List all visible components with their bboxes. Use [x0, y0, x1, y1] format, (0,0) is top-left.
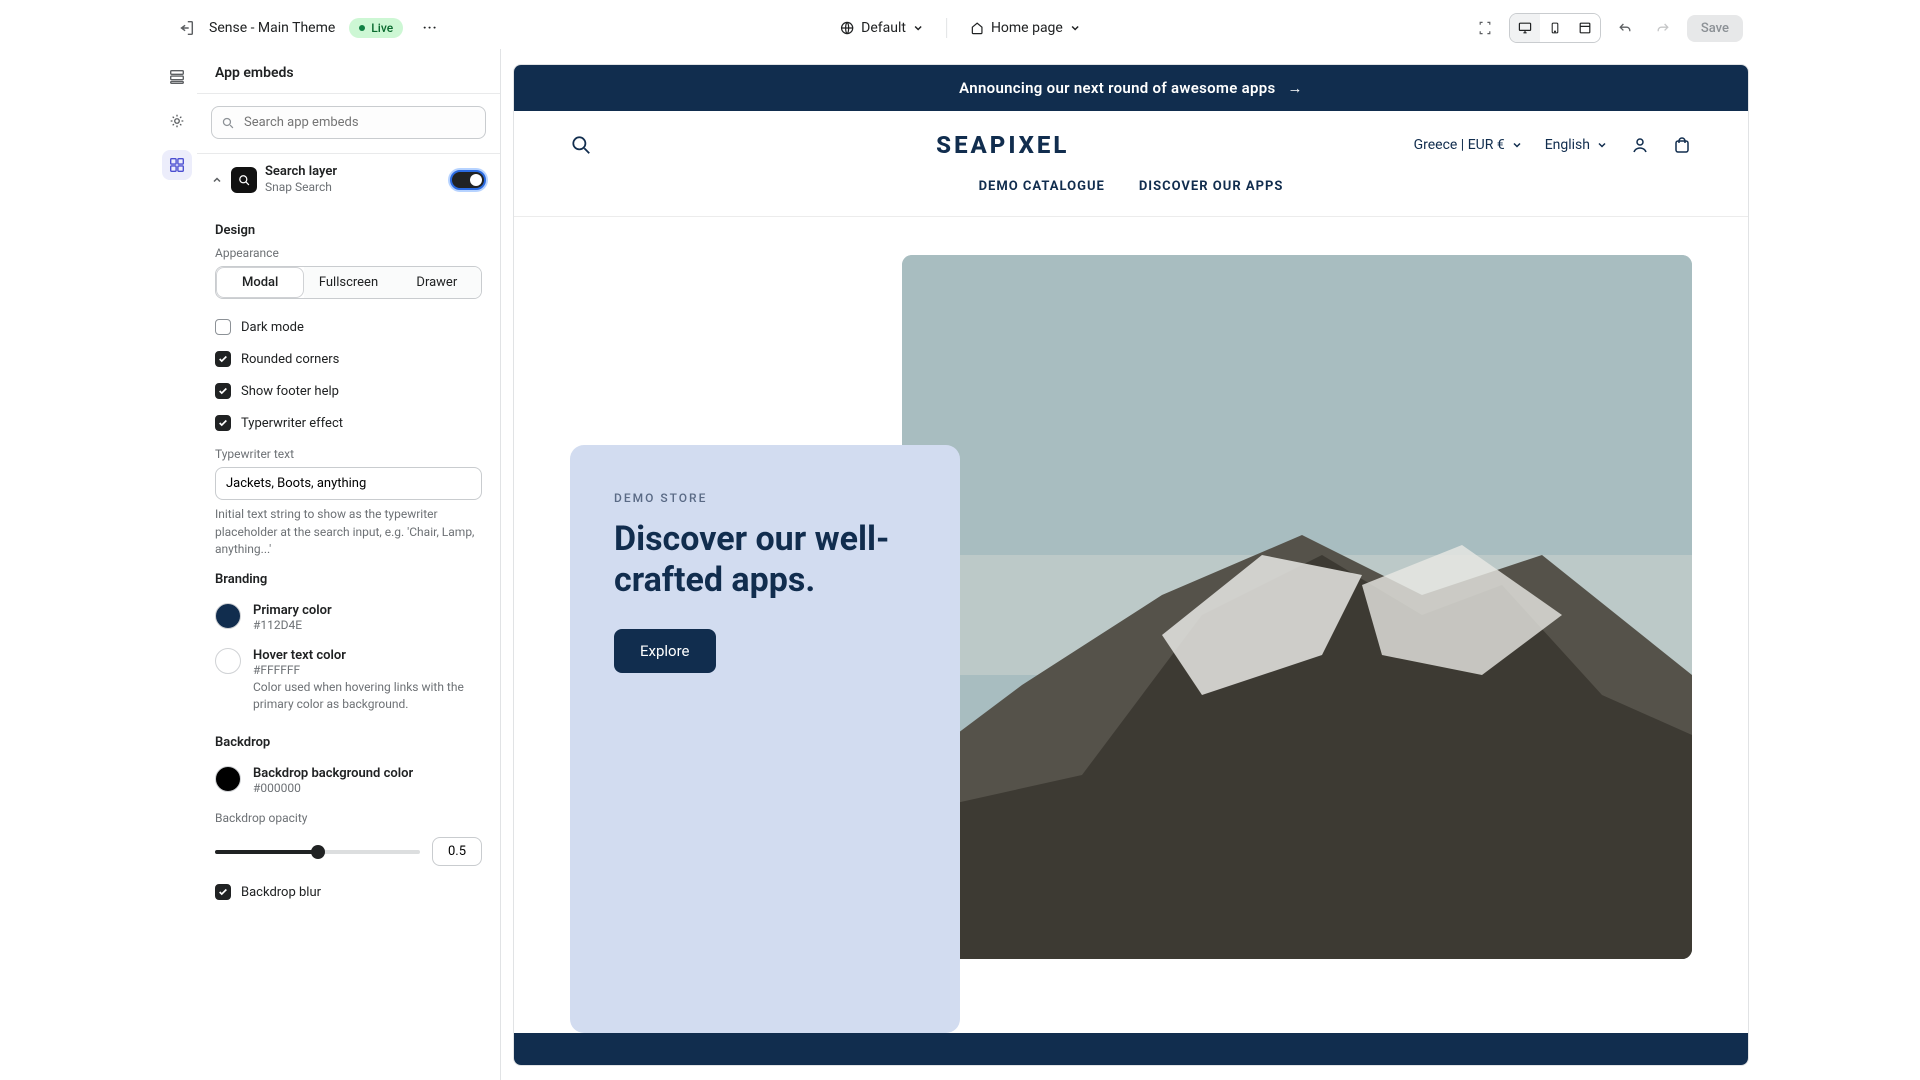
save-button[interactable]: Save [1687, 15, 1743, 42]
show-footer-help-label: Show footer help [241, 384, 339, 399]
embed-enable-toggle[interactable] [450, 170, 486, 190]
embed-subtitle: Snap Search [265, 180, 442, 195]
sidebar-title: App embeds [197, 49, 500, 94]
language-label: English [1545, 137, 1590, 153]
nav-link-catalogue[interactable]: DEMO CATALOGUE [979, 179, 1105, 194]
view-mode-dropdown[interactable]: Default [839, 20, 924, 36]
live-badge: Live [349, 18, 403, 38]
primary-color-label: Primary color [253, 603, 332, 618]
desktop-preview-button[interactable] [1510, 14, 1540, 42]
appearance-label: Appearance [215, 246, 482, 260]
embed-app-icon [231, 167, 257, 193]
primary-color-picker[interactable]: Primary color #112D4E [215, 595, 482, 640]
dark-mode-checkbox[interactable]: Dark mode [215, 311, 482, 343]
hover-color-swatch [215, 648, 241, 674]
rounded-corners-checkbox[interactable]: Rounded corners [215, 343, 482, 375]
fullscreen-preview-button[interactable] [1570, 14, 1600, 42]
more-actions-button[interactable]: ··· [417, 15, 443, 41]
branding-heading: Branding [215, 572, 482, 587]
theme-name: Sense - Main Theme [209, 20, 335, 36]
nav-link-discover[interactable]: DISCOVER OUR APPS [1139, 179, 1284, 194]
hover-color-label: Hover text color [253, 648, 482, 663]
arrow-right-icon: → [1288, 79, 1303, 97]
page-dropdown[interactable]: Home page [969, 20, 1081, 36]
hero-title: Discover our well-crafted apps. [614, 519, 916, 601]
search-icon [221, 116, 235, 130]
search-embeds-input[interactable] [211, 106, 486, 139]
locale-dropdown[interactable]: Greece | EUR € [1414, 137, 1523, 153]
appearance-option-modal[interactable]: Modal [216, 267, 304, 298]
hover-color-help: Color used when hovering links with the … [253, 679, 482, 713]
appearance-segmented: Modal Fullscreen Drawer [215, 266, 482, 299]
view-mode-label: Default [861, 20, 906, 36]
backdrop-bg-label: Backdrop background color [253, 766, 413, 781]
storefront-search-icon[interactable] [570, 134, 592, 156]
rounded-corners-label: Rounded corners [241, 352, 339, 367]
theme-preview: Announcing our next round of awesome app… [513, 64, 1749, 1066]
typewriter-effect-checkbox[interactable]: Typerwriter effect [215, 407, 482, 439]
typewriter-text-label: Typewriter text [215, 447, 482, 461]
chevron-down-icon [1511, 139, 1523, 151]
hero-eyebrow: DEMO STORE [614, 491, 916, 505]
mobile-preview-button[interactable] [1540, 14, 1570, 42]
primary-color-swatch [215, 603, 241, 629]
page-label: Home page [991, 20, 1063, 36]
announcement-bar[interactable]: Announcing our next round of awesome app… [514, 65, 1748, 111]
language-dropdown[interactable]: English [1545, 137, 1608, 153]
hero-image [902, 255, 1692, 959]
backdrop-opacity-slider[interactable] [215, 850, 420, 854]
separator [946, 18, 947, 38]
locale-label: Greece | EUR € [1414, 137, 1505, 153]
collapse-embed-icon[interactable] [211, 174, 223, 186]
typewriter-help-text: Initial text string to show as the typew… [215, 506, 482, 558]
sections-rail-button[interactable] [162, 62, 192, 92]
redo-button[interactable] [1649, 14, 1677, 42]
undo-button[interactable] [1611, 14, 1639, 42]
appearance-option-drawer[interactable]: Drawer [393, 267, 481, 298]
backdrop-opacity-label: Backdrop opacity [215, 811, 482, 825]
show-footer-help-checkbox[interactable]: Show footer help [215, 375, 482, 407]
backdrop-bg-color-picker[interactable]: Backdrop background color #000000 [215, 758, 482, 803]
embed-title: Search layer [265, 164, 442, 180]
exit-icon[interactable] [177, 19, 195, 37]
cart-icon[interactable] [1672, 135, 1692, 155]
primary-color-hex: #112D4E [253, 618, 332, 632]
hover-color-hex: #FFFFFF [253, 663, 482, 677]
design-heading: Design [215, 223, 482, 238]
backdrop-heading: Backdrop [215, 735, 482, 750]
account-icon[interactable] [1630, 135, 1650, 155]
backdrop-opacity-value[interactable] [432, 837, 482, 866]
app-embeds-rail-button[interactable] [162, 150, 192, 180]
appearance-option-fullscreen[interactable]: Fullscreen [304, 267, 392, 298]
chevron-down-icon [1596, 139, 1608, 151]
chevron-down-icon [1069, 22, 1081, 34]
typewriter-effect-label: Typerwriter effect [241, 416, 343, 431]
backdrop-bg-hex: #000000 [253, 781, 413, 795]
footer-strip [514, 1033, 1748, 1065]
backdrop-bg-swatch [215, 766, 241, 792]
store-logo[interactable]: SEAPIXEL [592, 131, 1414, 159]
inspector-icon[interactable] [1471, 14, 1499, 42]
settings-rail-button[interactable] [162, 106, 192, 136]
typewriter-text-input[interactable] [215, 467, 482, 500]
announcement-text: Announcing our next round of awesome app… [959, 79, 1275, 97]
backdrop-blur-checkbox[interactable]: Backdrop blur [215, 876, 482, 908]
dark-mode-label: Dark mode [241, 320, 304, 335]
device-preview-group [1509, 13, 1601, 43]
hero-cta-button[interactable]: Explore [614, 629, 716, 673]
chevron-down-icon [912, 22, 924, 34]
backdrop-blur-label: Backdrop blur [241, 885, 321, 900]
hero-card: DEMO STORE Discover our well-crafted app… [570, 445, 960, 1033]
hover-color-picker[interactable]: Hover text color #FFFFFF Color used when… [215, 640, 482, 721]
